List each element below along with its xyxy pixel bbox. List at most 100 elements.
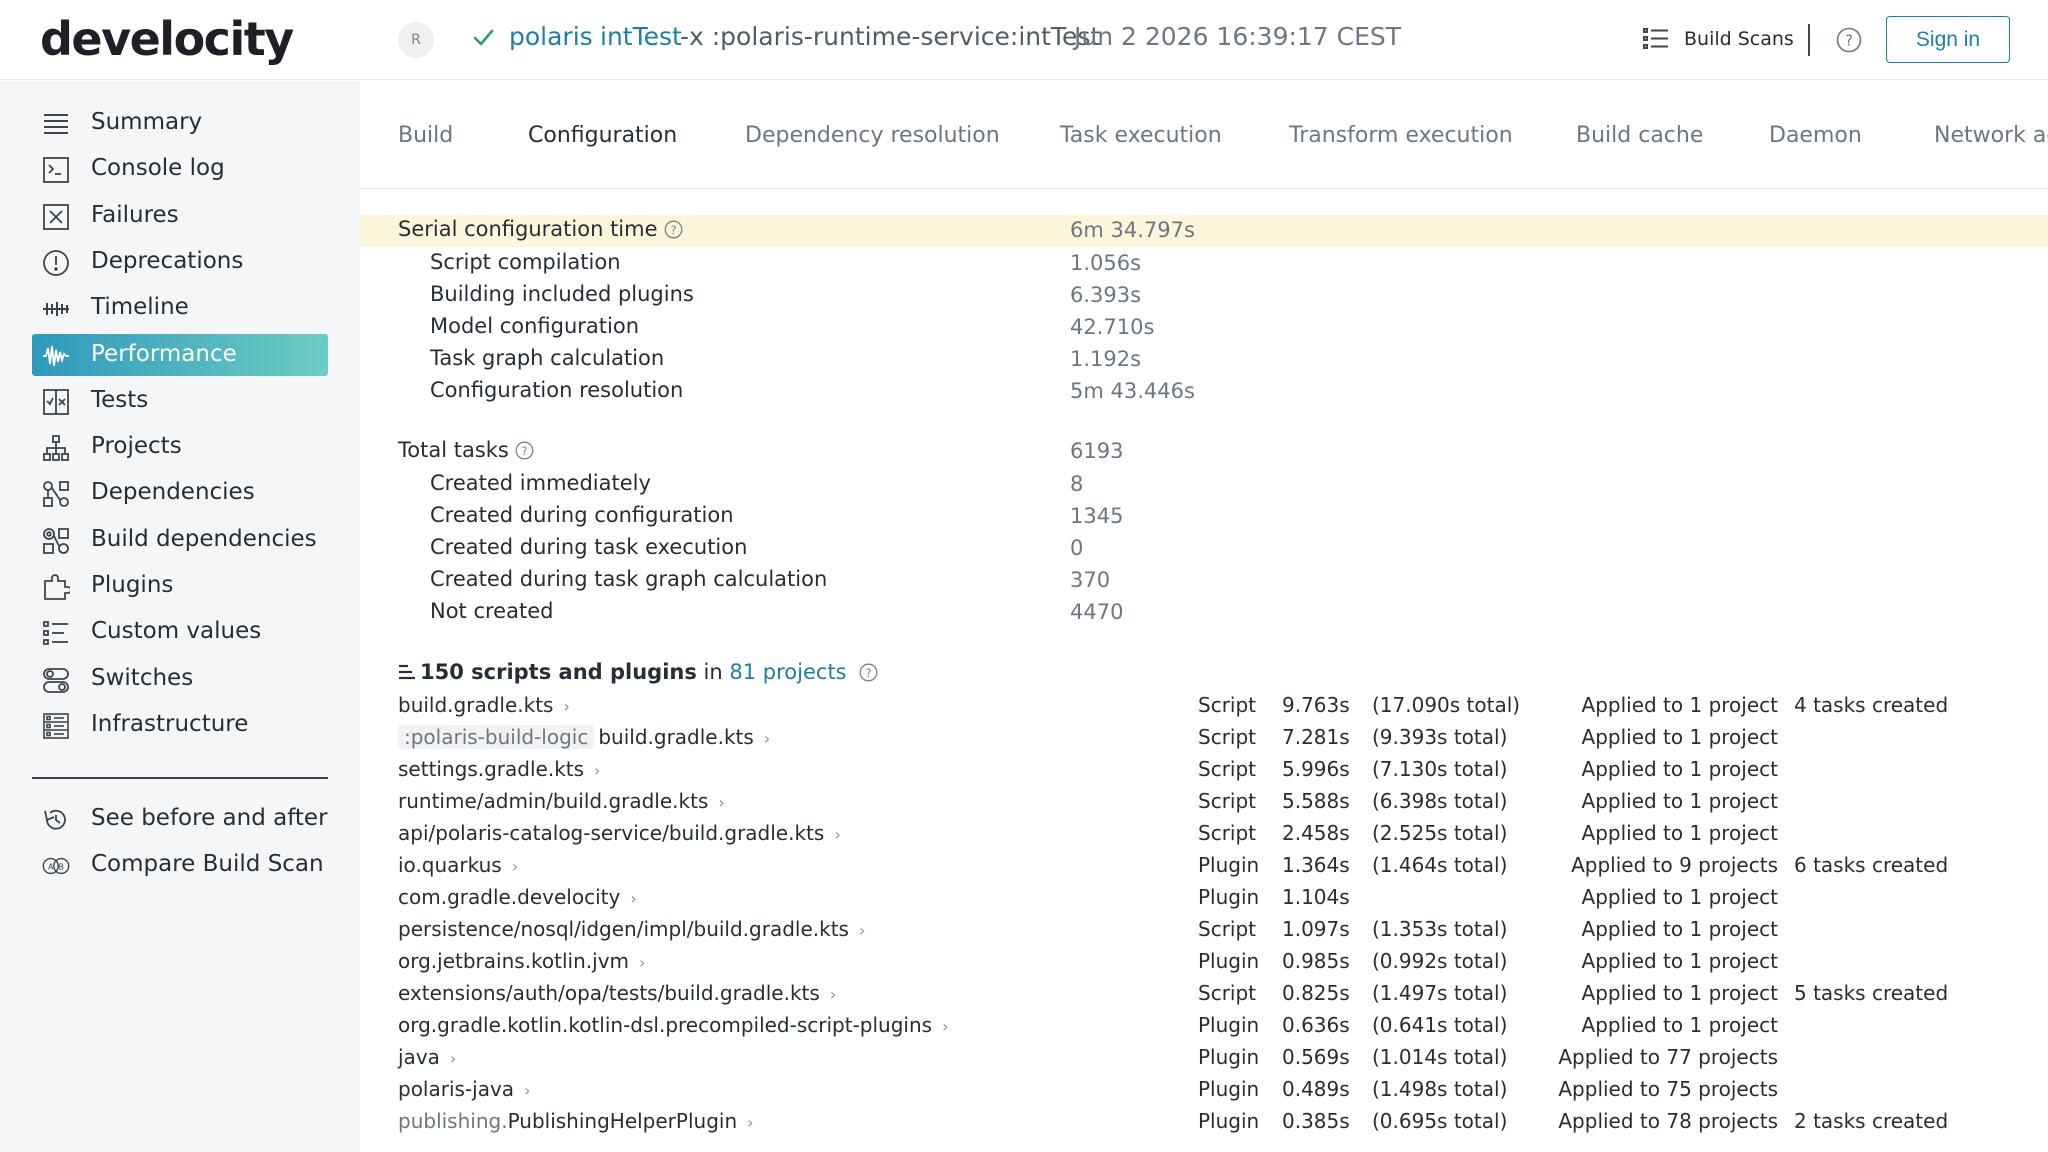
sidebar-item-deprecations[interactable]: Deprecations — [32, 241, 328, 283]
script-name-link[interactable]: api/polaris-catalog-service/build.gradle… — [398, 821, 841, 845]
config-item-label: Script compilation — [430, 250, 621, 274]
sidebar-item-switches[interactable]: Switches — [32, 658, 328, 700]
table-row[interactable]: org.gradle.kotlin.kotlin-dsl.precompiled… — [360, 1009, 2048, 1041]
script-type: Script — [1198, 757, 1257, 781]
build-scans-link[interactable]: Build Scans — [1684, 28, 1794, 50]
script-name-link[interactable]: :polaris-build-logic build.gradle.kts › — [398, 725, 770, 749]
script-type: Script — [1198, 789, 1257, 813]
table-row[interactable]: :polaris-build-logic build.gradle.kts › Sc… — [360, 721, 2048, 753]
sidebar-item-projects[interactable]: Projects — [32, 426, 328, 468]
script-time: 0.385s — [1282, 1109, 1350, 1133]
table-row[interactable]: settings.gradle.kts › Script 5.996s (7.13… — [360, 753, 2048, 785]
tab-build-cache[interactable]: Build cache — [1576, 123, 1703, 148]
tab-network-ac[interactable]: Network ac — [1934, 123, 2048, 148]
script-name-link[interactable]: build.gradle.kts › — [398, 693, 570, 717]
sidebar-item-build-dependencies[interactable]: Build dependencies — [32, 519, 328, 561]
script-name-link[interactable]: publishing.PublishingHelperPlugin › — [398, 1109, 754, 1133]
script-name-link[interactable]: org.jetbrains.kotlin.jvm › — [398, 949, 645, 973]
sidebar-item-performance[interactable]: Performance — [32, 333, 328, 376]
task-item-value: 370 — [1070, 568, 1111, 592]
projects-link[interactable]: 81 projects — [729, 660, 846, 684]
script-name-link[interactable]: java › — [398, 1045, 456, 1069]
table-row[interactable]: polaris-java › Plugin 0.489s (1.498s tota… — [360, 1073, 2048, 1105]
build-scans-list-icon[interactable] — [1643, 27, 1669, 51]
question-icon[interactable]: ? — [515, 441, 534, 460]
script-name-link[interactable]: runtime/admin/build.gradle.kts › — [398, 789, 725, 813]
sidebar-item-label: Custom values — [91, 618, 262, 645]
table-row[interactable]: com.gradle.develocity › Plugin 1.104s App… — [360, 881, 2048, 913]
tab-dependency-resolution[interactable]: Dependency resolution — [745, 123, 1000, 148]
sidebar-item-timeline[interactable]: Timeline — [32, 287, 328, 329]
task-item-value: 0 — [1070, 536, 1084, 560]
tab-transform-execution[interactable]: Transform execution — [1289, 123, 1513, 148]
table-row[interactable]: extensions/auth/opa/tests/build.gradle.k… — [360, 977, 2048, 1009]
tab-configuration[interactable]: Configuration — [528, 123, 677, 148]
script-time: 7.281s — [1282, 725, 1350, 749]
sidebar-item-see-before-and-after[interactable]: See before and after — [32, 798, 328, 840]
script-name-link[interactable]: io.quarkus › — [398, 853, 518, 877]
script-total-time: (1.497s total) — [1372, 981, 1508, 1005]
tab-build[interactable]: Build — [398, 123, 453, 148]
script-name-link[interactable]: settings.gradle.kts › — [398, 757, 600, 781]
breadcrumb-task-link[interactable]: intTest — [600, 22, 682, 51]
script-name-link[interactable]: extensions/auth/opa/tests/build.gradle.k… — [398, 981, 836, 1005]
table-row[interactable]: build.gradle.kts › Script 9.763s (17.090s… — [360, 689, 2048, 721]
chevron-right-icon: › — [563, 697, 570, 716]
sidebar-item-failures[interactable]: Failures — [32, 195, 328, 237]
script-tasks-created: 4 tasks created — [1794, 693, 1949, 717]
chevron-right-icon: › — [594, 761, 601, 780]
sidebar-item-tests[interactable]: Tests — [32, 380, 328, 422]
script-tasks-created: 2 tasks created — [1794, 1109, 1949, 1133]
script-name-link[interactable]: com.gradle.develocity › — [398, 885, 637, 909]
sidebar-item-label: Deprecations — [91, 247, 244, 274]
deprecations-icon — [43, 249, 69, 276]
sidebar-item-label: Timeline — [91, 294, 189, 321]
task-item-value: 4470 — [1070, 600, 1124, 624]
help-icon[interactable]: ? — [1836, 27, 1862, 53]
breadcrumb-args: -x :polaris-runtime-service:intTest — [680, 22, 1101, 51]
table-row[interactable]: persistence/nosql/idgen/impl/build.gradl… — [360, 913, 2048, 945]
sidebar-item-custom-values[interactable]: Custom values — [32, 611, 328, 653]
table-row[interactable]: io.quarkus › Plugin 1.364s (1.464s total)… — [360, 849, 2048, 881]
script-time: 1.104s — [1282, 885, 1350, 909]
script-name-link[interactable]: org.gradle.kotlin.kotlin-dsl.precompiled… — [398, 1013, 948, 1037]
svg-text:?: ? — [1845, 32, 1853, 50]
svg-text:?: ? — [521, 444, 527, 458]
sidebar-item-plugins[interactable]: Plugins — [32, 565, 328, 607]
table-row[interactable]: java › Plugin 0.569s (1.014s total) Appli… — [360, 1041, 2048, 1073]
script-type: Plugin — [1198, 1045, 1260, 1069]
tab-daemon[interactable]: Daemon — [1769, 123, 1862, 148]
question-icon[interactable]: ? — [664, 220, 683, 239]
sidebar-item-summary[interactable]: Summary — [32, 102, 328, 144]
avatar[interactable]: R — [398, 22, 434, 58]
config-time-value: 6m 34.797s — [1070, 218, 1195, 242]
breadcrumb-project-link[interactable]: polaris — [509, 22, 593, 51]
dependencies-icon — [43, 481, 69, 508]
summary-icon — [44, 114, 68, 134]
sidebar-item-dependencies[interactable]: Dependencies — [32, 472, 328, 514]
sidebar-item-console-log[interactable]: Console log — [32, 148, 328, 190]
svg-text:?: ? — [865, 666, 871, 680]
sidebar-item-label: Console log — [91, 155, 225, 182]
script-type: Plugin — [1198, 1109, 1260, 1133]
sign-in-button[interactable]: Sign in — [1886, 16, 2010, 63]
script-applied-count: Applied to 1 project — [1581, 885, 1778, 909]
tab-task-execution[interactable]: Task execution — [1060, 123, 1222, 148]
develocity-logo[interactable]: develocity — [40, 12, 294, 66]
config-item-label: Building included plugins — [430, 282, 694, 306]
sidebar-divider — [32, 777, 328, 779]
task-item-value: 8 — [1070, 472, 1084, 496]
script-applied-count: Applied to 1 project — [1581, 1013, 1778, 1037]
table-row[interactable]: org.jetbrains.kotlin.jvm › Plugin 0.985s … — [360, 945, 2048, 977]
build-date: Jun 2 2026 16:39:17 CEST — [1074, 22, 1402, 51]
sidebar-item-infrastructure[interactable]: Infrastructure — [32, 704, 328, 746]
table-row[interactable]: api/polaris-catalog-service/build.gradle… — [360, 817, 2048, 849]
script-name-link[interactable]: persistence/nosql/idgen/impl/build.gradl… — [398, 917, 865, 941]
sidebar-item-label: Performance — [91, 340, 237, 367]
table-row[interactable]: publishing.PublishingHelperPlugin › Plugi… — [360, 1105, 2048, 1137]
sidebar-item-compare-build-scan[interactable]: A B Compare Build Scan — [32, 844, 328, 886]
question-icon[interactable]: ? — [859, 663, 878, 682]
table-row[interactable]: runtime/admin/build.gradle.kts › Script 5… — [360, 785, 2048, 817]
script-name-link[interactable]: polaris-java › — [398, 1077, 530, 1101]
script-total-time: (1.498s total) — [1372, 1077, 1508, 1101]
